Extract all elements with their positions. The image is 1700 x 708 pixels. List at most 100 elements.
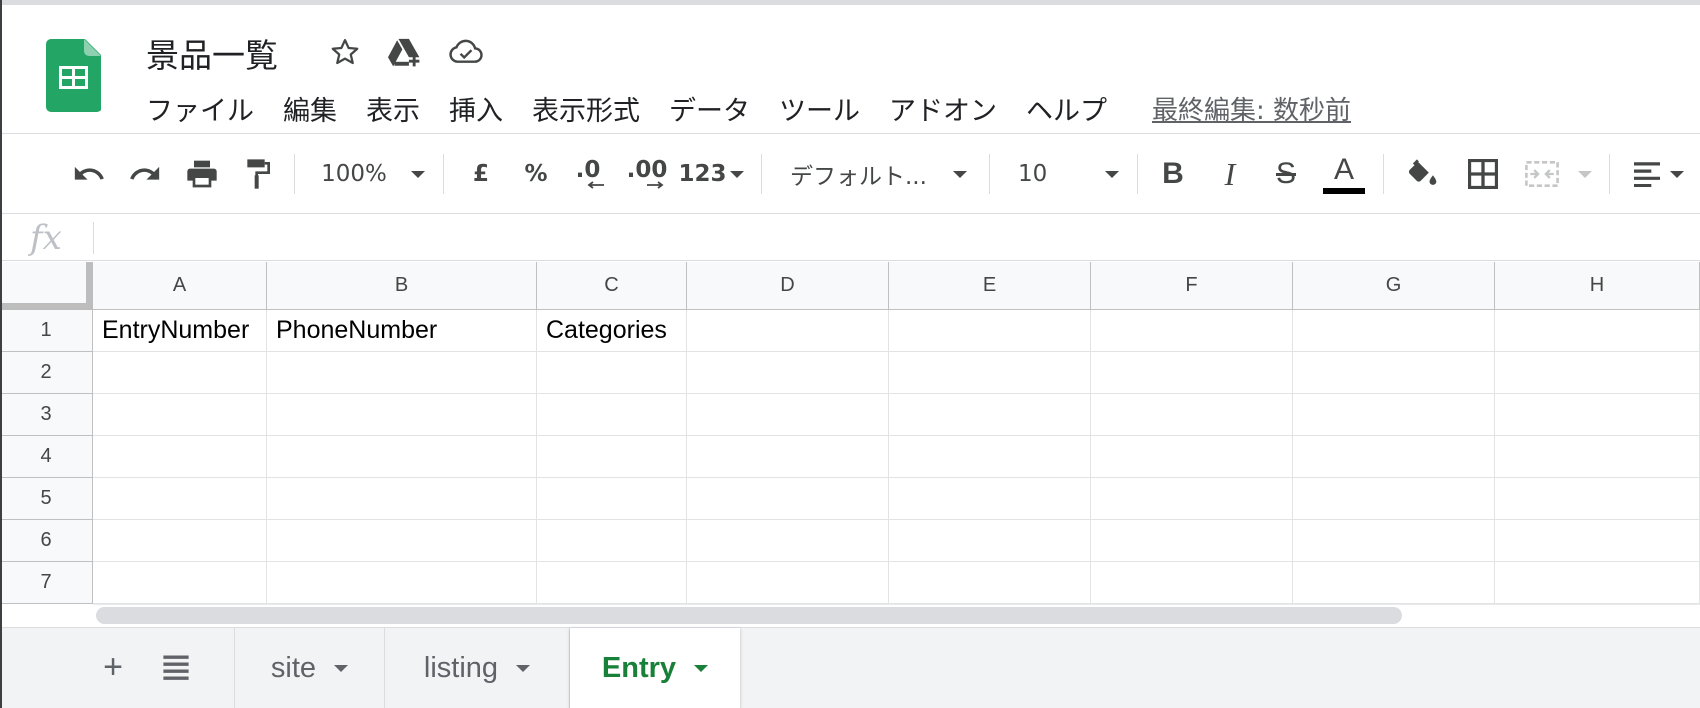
- cell-a3[interactable]: [93, 394, 267, 436]
- cell-g3[interactable]: [1293, 394, 1495, 436]
- cell-f7[interactable]: [1091, 562, 1293, 604]
- increase-decimal-button[interactable]: .00: [625, 134, 669, 214]
- cell-h1[interactable]: [1495, 310, 1700, 352]
- bold-button[interactable]: B: [1156, 134, 1190, 214]
- column-header-b[interactable]: B: [267, 262, 537, 310]
- cell-c1[interactable]: Categories: [537, 310, 687, 352]
- cell-d3[interactable]: [687, 394, 889, 436]
- cell-h5[interactable]: [1495, 478, 1700, 520]
- menu-help[interactable]: ヘルプ: [1026, 89, 1107, 128]
- row-header-7[interactable]: 7: [0, 562, 93, 604]
- star-icon[interactable]: [328, 35, 362, 69]
- cell-e7[interactable]: [889, 562, 1091, 604]
- horizontal-scrollbar-thumb[interactable]: [96, 607, 1402, 624]
- sheet-tab-entry[interactable]: Entry: [570, 628, 740, 708]
- cell-c6[interactable]: [537, 520, 687, 562]
- cell-b6[interactable]: [267, 520, 537, 562]
- cell-e3[interactable]: [889, 394, 1091, 436]
- cell-b7[interactable]: [267, 562, 537, 604]
- cell-f4[interactable]: [1091, 436, 1293, 478]
- document-title[interactable]: 景品一覧: [146, 29, 278, 77]
- sheets-logo-icon[interactable]: [46, 39, 101, 112]
- fill-color-icon[interactable]: [1402, 134, 1442, 214]
- currency-button[interactable]: £: [466, 134, 496, 214]
- merge-chevron-down-icon[interactable]: [1576, 134, 1594, 214]
- menu-data[interactable]: データ: [669, 89, 750, 128]
- cell-a6[interactable]: [93, 520, 267, 562]
- merge-cells-icon[interactable]: [1520, 134, 1564, 214]
- cell-a7[interactable]: [93, 562, 267, 604]
- borders-icon[interactable]: [1463, 134, 1503, 214]
- cell-h6[interactable]: [1495, 520, 1700, 562]
- all-sheets-button[interactable]: [151, 642, 201, 692]
- column-header-e[interactable]: E: [889, 262, 1091, 310]
- cell-h4[interactable]: [1495, 436, 1700, 478]
- print-icon[interactable]: [181, 134, 223, 214]
- italic-button[interactable]: I: [1213, 134, 1247, 214]
- cell-a5[interactable]: [93, 478, 267, 520]
- font-size-select[interactable]: 10: [1018, 134, 1123, 214]
- cell-f5[interactable]: [1091, 478, 1293, 520]
- horizontal-align-select[interactable]: [1628, 134, 1688, 214]
- paint-format-icon[interactable]: [237, 134, 279, 214]
- cell-d1[interactable]: [687, 310, 889, 352]
- column-header-c[interactable]: C: [537, 262, 687, 310]
- move-to-drive-icon[interactable]: [388, 35, 422, 69]
- column-header-f[interactable]: F: [1091, 262, 1293, 310]
- cell-a1[interactable]: EntryNumber: [93, 310, 267, 352]
- cell-e1[interactable]: [889, 310, 1091, 352]
- row-header-2[interactable]: 2: [0, 352, 93, 394]
- column-header-a[interactable]: A: [93, 262, 267, 310]
- row-header-6[interactable]: 6: [0, 520, 93, 562]
- cell-f3[interactable]: [1091, 394, 1293, 436]
- percent-button[interactable]: %: [521, 134, 551, 214]
- more-formats-select[interactable]: 123: [679, 134, 744, 214]
- freeze-row-handle[interactable]: [0, 303, 93, 310]
- cell-e6[interactable]: [889, 520, 1091, 562]
- cell-f2[interactable]: [1091, 352, 1293, 394]
- cell-b1[interactable]: PhoneNumber: [267, 310, 537, 352]
- zoom-select[interactable]: 100%: [318, 134, 428, 214]
- cell-g2[interactable]: [1293, 352, 1495, 394]
- cell-f6[interactable]: [1091, 520, 1293, 562]
- menu-file[interactable]: ファイル: [146, 89, 254, 128]
- undo-icon[interactable]: [68, 134, 110, 214]
- cell-h7[interactable]: [1495, 562, 1700, 604]
- cell-h3[interactable]: [1495, 394, 1700, 436]
- decrease-decimal-button[interactable]: .0: [568, 134, 608, 214]
- text-color-button[interactable]: A: [1322, 134, 1366, 214]
- cell-g5[interactable]: [1293, 478, 1495, 520]
- cell-c5[interactable]: [537, 478, 687, 520]
- row-header-5[interactable]: 5: [0, 478, 93, 520]
- cell-b3[interactable]: [267, 394, 537, 436]
- cell-d5[interactable]: [687, 478, 889, 520]
- cell-g7[interactable]: [1293, 562, 1495, 604]
- menu-format[interactable]: 表示形式: [532, 89, 640, 128]
- cell-c4[interactable]: [537, 436, 687, 478]
- cell-a4[interactable]: [93, 436, 267, 478]
- sheet-tab-listing[interactable]: listing: [385, 628, 570, 708]
- cell-e5[interactable]: [889, 478, 1091, 520]
- cell-c3[interactable]: [537, 394, 687, 436]
- menu-tools[interactable]: ツール: [779, 89, 860, 128]
- cell-b2[interactable]: [267, 352, 537, 394]
- cell-d4[interactable]: [687, 436, 889, 478]
- strikethrough-button[interactable]: S: [1269, 134, 1303, 214]
- cell-c7[interactable]: [537, 562, 687, 604]
- column-header-g[interactable]: G: [1293, 262, 1495, 310]
- last-edit-link[interactable]: 最終編集: 数秒前: [1152, 90, 1351, 127]
- menu-insert[interactable]: 挿入: [449, 89, 503, 128]
- row-header-3[interactable]: 3: [0, 394, 93, 436]
- menu-edit[interactable]: 編集: [283, 89, 337, 128]
- add-sheet-button[interactable]: +: [88, 642, 138, 692]
- cell-d7[interactable]: [687, 562, 889, 604]
- cell-d6[interactable]: [687, 520, 889, 562]
- sheet-tab-site[interactable]: site: [235, 628, 385, 708]
- cell-c2[interactable]: [537, 352, 687, 394]
- column-header-h[interactable]: H: [1495, 262, 1700, 310]
- cell-a2[interactable]: [93, 352, 267, 394]
- cell-g1[interactable]: [1293, 310, 1495, 352]
- cell-g6[interactable]: [1293, 520, 1495, 562]
- cell-g4[interactable]: [1293, 436, 1495, 478]
- cell-e4[interactable]: [889, 436, 1091, 478]
